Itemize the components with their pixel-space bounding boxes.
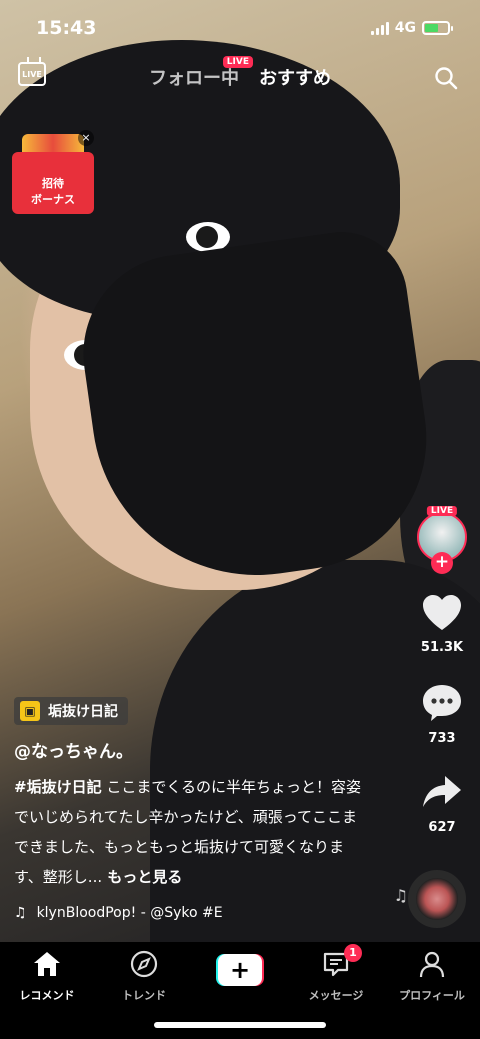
status-indicators: 4G <box>370 20 453 36</box>
avatar-live-badge: LIVE <box>426 506 458 516</box>
nav-trend[interactable]: トレンド <box>99 950 189 1003</box>
creator-avatar-group[interactable]: LIVE + <box>412 506 472 574</box>
nav-profile[interactable]: プロフィール <box>387 950 477 1003</box>
caption-hashtag[interactable]: #垢抜け日記 <box>14 778 102 796</box>
tab-following[interactable]: フォロー中 LIVE <box>149 56 253 90</box>
status-time: 15:43 <box>36 17 97 39</box>
hashtag-chip-label: 垢抜け日記 <box>48 704 118 720</box>
hashtag-chip[interactable]: ▣ 垢抜け日記 <box>14 697 128 725</box>
follow-plus-button[interactable]: + <box>431 552 453 574</box>
playlist-icon: ▣ <box>20 701 40 721</box>
compass-icon <box>130 950 158 978</box>
search-icon[interactable] <box>434 66 458 90</box>
nav-profile-label: プロフィール <box>399 989 465 1002</box>
home-icon <box>34 952 60 976</box>
tab-for-you-label: おすすめ <box>259 68 331 89</box>
music-note-icon: ♫ <box>14 905 27 921</box>
music-title: klynBloodPop! - @Syko #E <box>36 905 223 921</box>
heart-icon <box>423 595 461 630</box>
nav-recommend-label: レコメンド <box>19 989 75 1002</box>
like-button[interactable]: 51.3K <box>412 594 472 655</box>
plus-icon: + <box>218 954 262 986</box>
live-badge: LIVE <box>222 56 253 68</box>
signal-icon <box>370 21 389 35</box>
see-more-link[interactable]: もっと見る <box>102 868 182 886</box>
create-button[interactable]: + <box>216 954 264 986</box>
close-icon[interactable]: × <box>78 130 94 146</box>
invite-bonus-banner[interactable]: 招待 ボーナス × <box>12 130 94 214</box>
profile-icon <box>419 951 445 978</box>
comment-count: 733 <box>428 731 456 746</box>
like-count: 51.3K <box>420 640 464 655</box>
nav-recommend[interactable]: レコメンド <box>2 950 92 1003</box>
share-icon <box>423 776 461 807</box>
share-button[interactable]: 627 <box>412 772 472 835</box>
share-count: 627 <box>428 820 456 835</box>
network-label: 4G <box>394 20 416 36</box>
music-notes-icon: ♫ <box>393 886 408 905</box>
battery-icon <box>422 21 453 35</box>
message-badge: 1 <box>344 944 362 962</box>
music-ticker[interactable]: ♫ klynBloodPop! - @Syko #E <box>14 905 223 921</box>
nav-trend-label: トレンド <box>122 989 166 1002</box>
top-tabs: フォロー中 LIVE おすすめ <box>0 56 480 90</box>
tab-for-you[interactable]: おすすめ <box>259 64 331 90</box>
comment-icon <box>423 685 461 721</box>
invite-bonus-box: 招待 ボーナス <box>12 152 94 214</box>
nav-messages[interactable]: 1 メッセージ <box>291 944 381 1003</box>
bonus-line2: ボーナス <box>31 193 75 206</box>
tab-following-label: フォロー中 <box>149 68 239 89</box>
bonus-line1: 招待 <box>42 177 64 190</box>
caption[interactable]: #垢抜け日記 ここまでくるのに半年ちょっと！容姿でいじめられてたし辛かったけど、… <box>14 772 364 892</box>
comment-button[interactable]: 733 <box>412 683 472 746</box>
home-indicator[interactable] <box>154 1022 326 1028</box>
nav-messages-label: メッセージ <box>308 989 364 1002</box>
username[interactable]: @なっちゃん。 <box>14 737 133 762</box>
music-disc[interactable] <box>408 870 466 928</box>
